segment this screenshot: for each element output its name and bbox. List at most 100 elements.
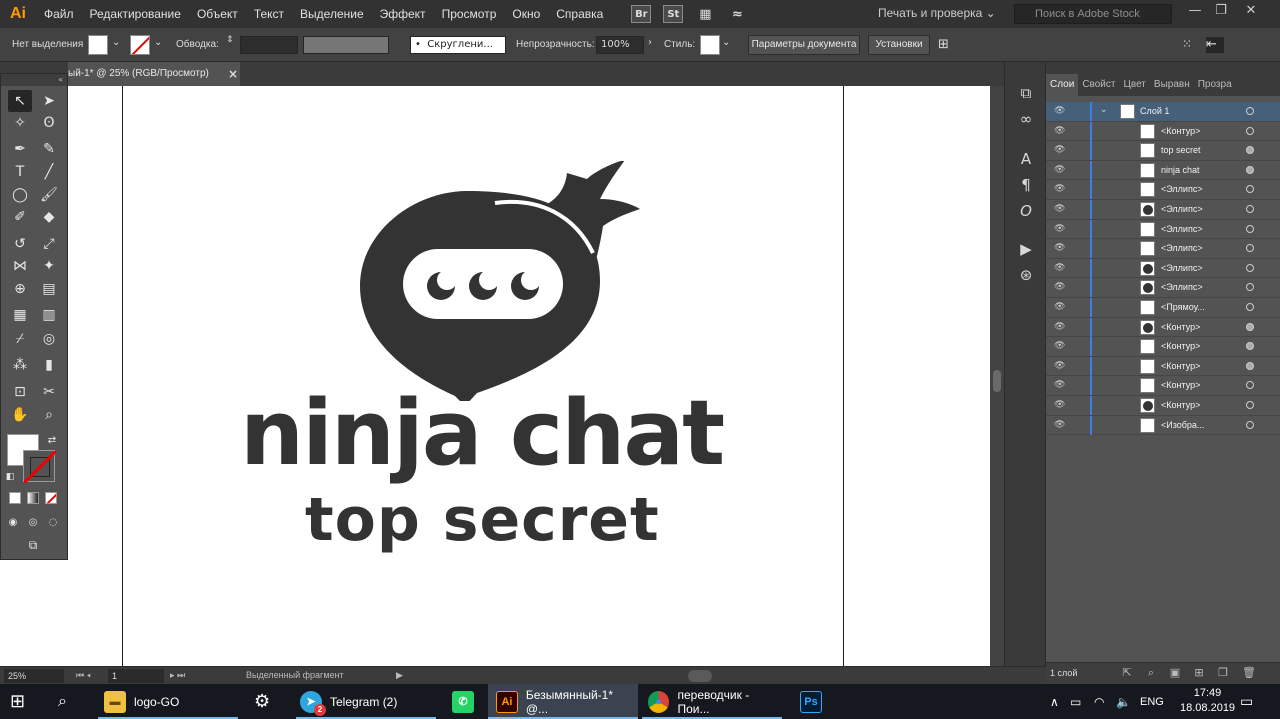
export-icon[interactable]: ⇱ [1120,666,1134,680]
eraser-tool-icon[interactable]: ◆ [37,206,61,228]
target-circle-icon[interactable] [1246,283,1254,292]
menu-select[interactable]: Выделение [292,0,372,28]
artboard-tool-icon[interactable]: ⊡ [8,381,32,403]
search-icon[interactable]: ⌕ [58,684,78,719]
scrollbar-thumb[interactable] [993,370,1001,392]
menu-effect[interactable]: Эффект [372,0,434,28]
artboards-panel-icon[interactable]: ⧉ [1015,82,1037,104]
target-circle-icon[interactable] [1246,420,1254,429]
layer-row[interactable]: 👁 <Эллипс> [1046,180,1280,200]
target-circle-icon[interactable] [1246,263,1254,272]
target-circle-icon[interactable] [1246,165,1254,174]
visibility-eye-icon[interactable]: 👁 [1054,322,1066,332]
notifications-icon[interactable]: ▭ [1240,684,1253,719]
default-colors-icon[interactable]: ◧ [3,466,17,488]
visibility-eye-icon[interactable]: 👁 [1054,224,1066,234]
target-circle-icon[interactable] [1246,381,1254,390]
tab-transparency[interactable]: Прозра [1194,74,1236,96]
hand-tool-icon[interactable]: ✋ [8,404,32,426]
zoom-select[interactable]: 25% [4,669,64,683]
type-tool-icon[interactable]: T [8,161,32,183]
visibility-eye-icon[interactable]: 👁 [1054,184,1066,194]
stock-button[interactable]: St [663,5,684,23]
new-sublayer-icon[interactable]: ⊞ [1192,666,1206,680]
gradient-tool-icon[interactable]: ▥ [37,304,61,326]
paintbrush-tool-icon[interactable]: 🖌 [37,184,61,206]
tab-properties[interactable]: Свойст [1078,74,1119,96]
clock[interactable]: 17:49 18.08.2019 [1180,686,1235,716]
chevron-down-icon[interactable]: ⌄ [722,37,734,53]
logo-subtitle-text[interactable]: top secret [305,490,660,550]
target-circle-icon[interactable] [1246,400,1254,409]
language-indicator[interactable]: ENG [1140,684,1164,719]
settings-gear-icon[interactable]: ⚙ [254,684,278,719]
stroke-weight-input[interactable] [240,36,298,54]
bridge-button[interactable]: Br [631,5,652,23]
new-layer-icon[interactable]: ❐ [1216,666,1230,680]
gradient-mode-icon[interactable] [27,492,39,504]
taskbar-item-whatsapp[interactable]: ✆ [452,684,476,719]
taskbar-item-chrome[interactable]: ● переводчик - Пои... [642,684,782,719]
menu-view[interactable]: Просмотр [434,0,505,28]
opacity-input[interactable]: 100% [596,36,644,54]
visibility-eye-icon[interactable]: 👁 [1054,204,1066,214]
clipping-mask-icon[interactable]: ▣ [1168,666,1182,680]
target-circle-icon[interactable] [1246,342,1254,351]
target-circle-icon[interactable] [1246,126,1254,135]
variable-width-profile[interactable] [303,36,389,54]
visibility-eye-icon[interactable]: 👁 [1054,126,1066,136]
last-artboard-icon[interactable]: ▸ ⏭ [170,670,185,681]
taskbar-item-photoshop[interactable]: Ps [800,684,824,719]
artboard-number-input[interactable]: 1 [108,669,164,683]
draw-behind-icon[interactable]: ◎ [23,512,43,534]
visibility-eye-icon[interactable]: 👁 [1054,361,1066,371]
grid-icon[interactable]: ⁙ [1182,37,1194,53]
preferences-button[interactable]: Установки [868,35,930,55]
stock-search-input[interactable]: Поиск в Adobe Stock [1014,4,1172,24]
document-setup-button[interactable]: Параметры документа [748,35,860,55]
target-circle-icon[interactable] [1246,361,1254,370]
visibility-eye-icon[interactable]: 👁 [1054,145,1066,155]
target-circle-icon[interactable] [1246,322,1254,331]
first-artboard-icon[interactable]: ⏮ ◂ [76,670,91,681]
blend-tool-icon[interactable]: ◎ [37,328,61,350]
menu-file[interactable]: Файл [36,0,82,28]
layer-row[interactable]: 👁 <Контур> [1046,395,1280,416]
direct-selection-tool-icon[interactable]: ➤ [37,90,61,112]
scale-tool-icon[interactable]: ⤢ [37,233,61,255]
mesh-tool-icon[interactable]: ▦ [8,304,32,326]
layer-row[interactable]: 👁 <Контур> [1046,376,1280,396]
chevron-down-icon[interactable]: ⌄ [112,37,124,53]
links-panel-icon[interactable]: ∞ [1015,108,1037,130]
visibility-eye-icon[interactable]: 👁 [1054,243,1066,253]
color-mode-icon[interactable] [9,492,21,504]
target-circle-icon[interactable] [1246,224,1254,233]
none-mode-icon[interactable] [45,492,57,504]
arrange-documents-icon[interactable]: ▦ [695,5,715,23]
zoom-tool-icon[interactable]: ⌕ [37,404,61,426]
volume-icon[interactable]: 🔈 [1116,684,1131,719]
chevron-down-icon[interactable]: ⌄ [154,37,166,53]
delete-layer-icon[interactable]: 🗑 [1242,666,1256,680]
menu-edit[interactable]: Редактирование [82,0,189,28]
character-panel-icon[interactable]: A [1015,148,1037,170]
locate-object-icon[interactable]: ⌕ [1144,666,1158,680]
rotate-tool-icon[interactable]: ↺ [8,233,32,255]
menu-text[interactable]: Текст [246,0,292,28]
screen-mode-icon[interactable]: ⧉ [21,534,45,556]
target-circle-icon[interactable] [1246,107,1254,115]
windows-start-icon[interactable]: ⊞ [10,684,36,719]
status-menu-icon[interactable]: ▶ [396,670,403,681]
fill-color-swatch[interactable] [88,35,108,55]
graphic-style-swatch[interactable] [700,35,720,55]
swap-colors-icon[interactable]: ⇄ [45,430,59,452]
ninja-chat-logo-mark[interactable] [355,161,655,401]
layer-row[interactable]: 👁 <Контур> [1046,121,1280,142]
pen-tool-icon[interactable]: ✒ [8,138,32,160]
gpu-performance-icon[interactable]: ≈ [727,5,747,23]
chevron-right-icon[interactable]: › [648,37,660,53]
slice-tool-icon[interactable]: ✂ [37,381,61,403]
horizontal-scroll-thumb[interactable] [688,670,712,682]
ellipse-tool-icon[interactable]: ◯ [8,184,32,206]
draw-normal-icon[interactable]: ◉ [3,512,23,534]
